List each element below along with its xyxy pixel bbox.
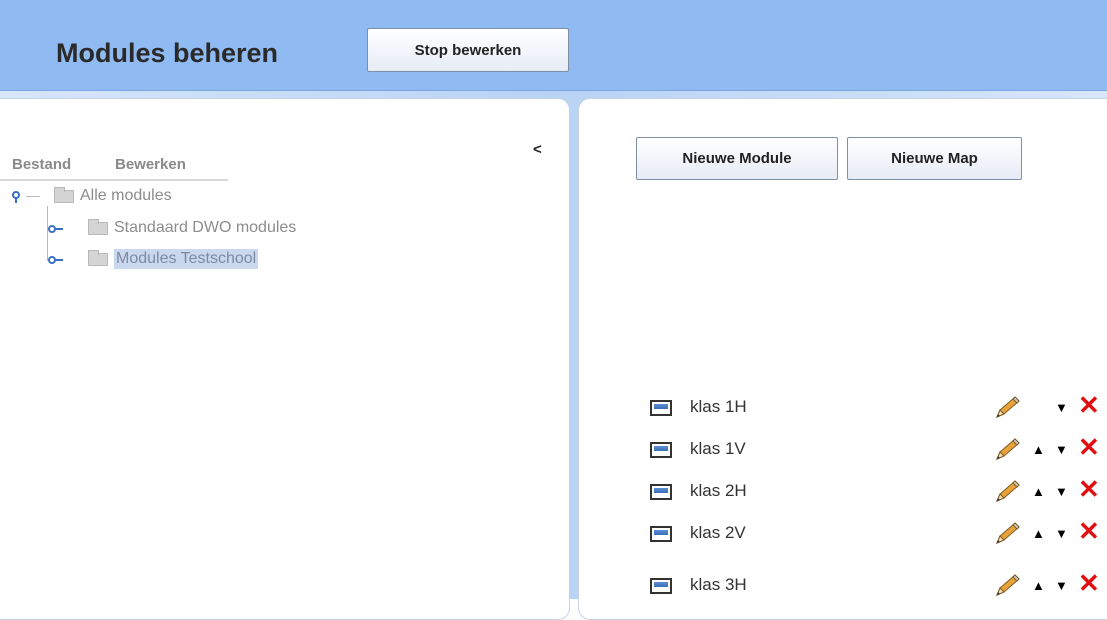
- tree-label-root: Alle modules: [80, 187, 172, 204]
- expand-handle-icon[interactable]: [48, 222, 68, 234]
- module-row[interactable]: klas 3H ▲ ▼ ✕: [650, 570, 1107, 602]
- arrow-up-icon[interactable]: ▲: [1032, 526, 1045, 541]
- new-module-button[interactable]: Nieuwe Module: [636, 137, 838, 180]
- delete-x-icon[interactable]: ✕: [1078, 392, 1100, 418]
- tree-label-testschool: Modules Testschool: [114, 249, 259, 269]
- tree-node-testschool[interactable]: Modules Testschool: [48, 248, 259, 270]
- pencil-icon[interactable]: [993, 395, 1021, 424]
- header-bar: Modules beheren Stop bewerken: [0, 0, 1107, 91]
- arrow-down-icon[interactable]: ▼: [1055, 400, 1068, 415]
- arrow-down-icon[interactable]: ▼: [1055, 526, 1068, 541]
- module-icon: [650, 526, 672, 542]
- expand-handle-icon[interactable]: [48, 253, 68, 265]
- folder-icon: [88, 249, 108, 266]
- module-label: klas 1H: [690, 397, 747, 416]
- delete-x-icon[interactable]: ✕: [1078, 570, 1100, 596]
- stop-editing-button[interactable]: Stop bewerken: [367, 28, 569, 72]
- module-row[interactable]: klas 1V ▲ ▼ ✕: [650, 434, 1107, 466]
- module-label: klas 3H: [690, 575, 747, 594]
- menu-bestand[interactable]: Bestand: [12, 156, 71, 173]
- arrow-down-icon[interactable]: ▼: [1055, 442, 1068, 457]
- menu-bewerken[interactable]: Bewerken: [115, 156, 186, 173]
- delete-x-icon[interactable]: ✕: [1078, 476, 1100, 502]
- module-icon: [650, 484, 672, 500]
- folder-icon: [88, 218, 108, 235]
- delete-x-icon[interactable]: ✕: [1078, 518, 1100, 544]
- new-folder-button[interactable]: Nieuwe Map: [847, 137, 1022, 180]
- module-row[interactable]: klas 1H ▼ ✕: [650, 392, 1107, 424]
- module-row[interactable]: klas 2H ▲ ▼ ✕: [650, 476, 1107, 508]
- module-label: klas 2V: [690, 523, 746, 542]
- expand-handle-icon[interactable]: [12, 190, 32, 203]
- tree-node-root[interactable]: Alle modules: [12, 185, 172, 207]
- module-icon: [650, 442, 672, 458]
- folder-icon: [54, 186, 74, 203]
- pencil-icon[interactable]: [993, 573, 1021, 602]
- arrow-down-icon[interactable]: ▼: [1055, 484, 1068, 499]
- pencil-icon[interactable]: [993, 437, 1021, 466]
- page-title: Modules beheren: [56, 38, 279, 68]
- arrow-up-icon[interactable]: ▲: [1032, 578, 1045, 593]
- arrow-up-icon[interactable]: ▲: [1032, 442, 1045, 457]
- module-icon: [650, 578, 672, 594]
- tree-menubar: Bestand Bewerken: [0, 153, 228, 181]
- collapse-panel-button[interactable]: <: [533, 141, 542, 158]
- pencil-icon[interactable]: [993, 521, 1021, 550]
- pencil-icon[interactable]: [993, 479, 1021, 508]
- module-label: klas 2H: [690, 481, 747, 500]
- module-label: klas 1V: [690, 439, 746, 458]
- arrow-up-icon[interactable]: ▲: [1032, 484, 1045, 499]
- tree-label-standaard: Standaard DWO modules: [114, 219, 297, 236]
- arrow-down-icon[interactable]: ▼: [1055, 578, 1068, 593]
- tree-node-standaard[interactable]: Standaard DWO modules: [48, 217, 296, 239]
- delete-x-icon[interactable]: ✕: [1078, 434, 1100, 460]
- module-icon: [650, 400, 672, 416]
- module-row[interactable]: klas 2V ▲ ▼ ✕: [650, 518, 1107, 550]
